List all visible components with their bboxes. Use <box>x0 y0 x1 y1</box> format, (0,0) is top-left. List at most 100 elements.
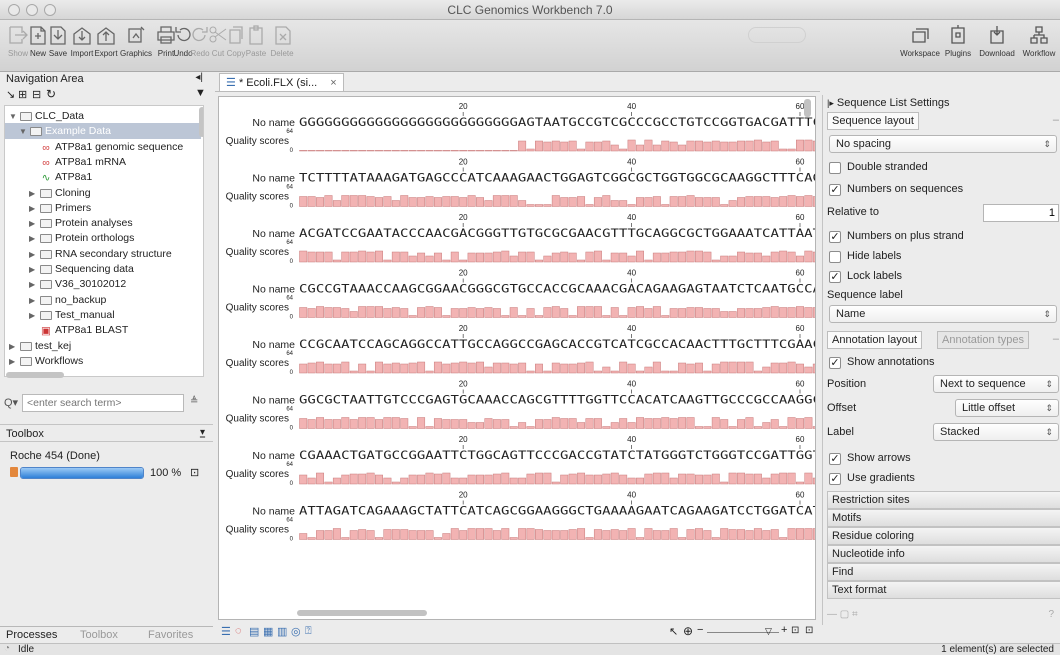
show-annotations-checkbox[interactable]: ✓ <box>829 357 841 369</box>
disclosure-closed-icon[interactable]: ▶ <box>29 262 39 277</box>
tree-item[interactable]: ▶ Sequencing data <box>5 261 201 277</box>
tree-item[interactable]: ∿ ATP8a1 <box>5 169 201 185</box>
disclosure-closed-icon[interactable]: ▶ <box>29 308 39 323</box>
plugins-button[interactable]: Plugins <box>939 22 977 58</box>
offset-select[interactable]: Little offset ⇕ <box>955 399 1059 417</box>
toolbox-header[interactable]: Toolbox ▾̲ <box>0 424 213 442</box>
tree-item[interactable]: ∞ ATP8a1 mRNA <box>5 154 201 170</box>
tree-item[interactable]: ▶ Test_manual <box>5 307 201 323</box>
workflow-button[interactable]: Workflow <box>1018 22 1060 58</box>
use-gradients-checkbox[interactable]: ✓ <box>829 473 841 485</box>
search-input[interactable] <box>22 394 184 412</box>
numbers-on-sequences-checkbox[interactable]: ✓ <box>829 184 841 196</box>
section-text-format[interactable]: Text format <box>827 581 1060 599</box>
zoom-100-icon[interactable]: ⊡ <box>805 625 813 636</box>
collapse-dash-icon[interactable]: – <box>1053 333 1059 345</box>
nav-horizontal-scrollbar[interactable] <box>6 372 64 378</box>
spacing-select[interactable]: No spacing ⇕ <box>829 135 1057 153</box>
disclosure-closed-icon[interactable]: ▶ <box>29 293 39 308</box>
tree-item[interactable]: ▶ Protein orthologs <box>5 230 201 246</box>
nav-vertical-scrollbar[interactable] <box>199 107 203 137</box>
tab-processes[interactable]: Processes <box>6 629 57 641</box>
add-location-icon[interactable]: ⊟ <box>32 88 41 101</box>
disclosure-closed-icon[interactable]: ▶ <box>29 247 39 262</box>
double-stranded-checkbox[interactable] <box>829 162 841 174</box>
section-find[interactable]: Find <box>827 563 1060 581</box>
circular-view-icon[interactable]: ◌ <box>235 625 242 637</box>
tree-item[interactable]: ▶ Primers <box>5 200 201 216</box>
section-nucleotide-info[interactable]: Nucleotide info <box>827 545 1060 563</box>
fit-width-icon[interactable]: ⊡ <box>791 625 799 636</box>
table-view-icon[interactable]: ▦ <box>263 625 273 638</box>
disclosure-open-icon[interactable]: ▼ <box>19 124 29 139</box>
tree-item[interactable]: ▶ Cloning <box>5 185 201 201</box>
section-residue-coloring[interactable]: Residue coloring <box>827 527 1060 545</box>
tree-item[interactable]: ▼ CLC_Data <box>5 108 201 124</box>
sequence-list-view[interactable]: 20 40 60 No name GGGGGGGGGGGGGGGGGGGGGGGGGGA… <box>218 96 816 620</box>
refresh-icon[interactable]: ↻ <box>46 87 56 101</box>
numbers-on-plus-checkbox[interactable]: ✓ <box>829 231 841 243</box>
filter-icon[interactable]: ▼ <box>195 87 206 99</box>
element-info-icon[interactable]: ⍰ <box>305 625 312 638</box>
zoom-slider-thumb[interactable]: ▽ <box>765 626 772 637</box>
section-restriction-sites[interactable]: Restriction sites <box>827 491 1060 509</box>
search-options-icon[interactable]: ≜ <box>190 396 198 407</box>
disclosure-closed-icon[interactable]: ▶ <box>29 231 39 246</box>
relative-to-input[interactable] <box>983 204 1059 222</box>
help-icon[interactable]: ? <box>1048 609 1054 620</box>
sequence-label-select[interactable]: Name ⇕ <box>829 305 1057 323</box>
search-icon[interactable]: Q▾ <box>4 396 18 409</box>
disclosure-closed-icon[interactable]: ▶ <box>29 277 39 292</box>
tree-item[interactable]: ▶ Workflows <box>5 353 201 369</box>
tab-ecoli-flx[interactable]: ☰ * Ecoli.FLX (si... × <box>219 73 344 91</box>
disclosure-closed-icon[interactable]: ▶ <box>29 216 39 231</box>
sequence-canvas[interactable]: 20 40 60 No name GGGGGGGGGGGGGGGGGGGGGGGGGGA… <box>219 97 816 620</box>
pointer-icon[interactable]: ↘ <box>6 88 15 101</box>
editor-horizontal-scrollbar[interactable] <box>297 610 427 616</box>
disclosure-closed-icon[interactable]: ▶ <box>9 339 19 354</box>
workspace-button[interactable]: Workspace <box>898 22 942 58</box>
text-view-icon[interactable]: ▤ <box>249 625 259 638</box>
tree-item[interactable]: ▣ ATP8a1 BLAST <box>5 322 201 338</box>
tree-item[interactable]: ▶ no_backup <box>5 292 201 308</box>
disclosure-closed-icon[interactable]: ▶ <box>29 186 39 201</box>
tree-item[interactable]: ▶ Protein analyses <box>5 215 201 231</box>
tab-sequence-layout[interactable]: Sequence layout <box>827 112 919 130</box>
disclosure-closed-icon[interactable]: ▶ <box>9 354 19 369</box>
tree-item[interactable]: ▶ test_kej <box>5 338 201 354</box>
delete-button[interactable]: Delete <box>262 22 302 58</box>
label-select[interactable]: Stacked ⇕ <box>933 423 1059 441</box>
tree-item[interactable]: ▼ Example Data <box>5 123 201 140</box>
tree-item[interactable]: ▶ RNA secondary structure <box>5 246 201 262</box>
disclosure-closed-icon[interactable]: ▶ <box>29 201 39 216</box>
navigation-tree[interactable]: ▼ CLC_Data ▼ Example Data ∞ ATP8a1 genomic se… <box>4 105 204 377</box>
close-tab-icon[interactable]: × <box>330 77 336 89</box>
tree-item[interactable]: ▶ V36_30102012 <box>5 276 201 292</box>
sequence-view-icon[interactable]: ☰ <box>221 625 231 638</box>
tab-annotation-layout[interactable]: Annotation layout <box>827 331 923 349</box>
zoom-out-icon[interactable]: − <box>697 624 703 636</box>
section-motifs[interactable]: Motifs <box>827 509 1060 527</box>
tab-annotation-types[interactable]: Annotation types <box>937 331 1029 349</box>
annotation-table-icon[interactable]: ▥ <box>277 625 287 638</box>
tree-item[interactable]: ∞ ATP8a1 genomic sequence <box>5 139 201 155</box>
history-icon[interactable]: ◎ <box>291 625 301 638</box>
show-arrows-checkbox[interactable]: ✓ <box>829 453 841 465</box>
selection-mode-icon[interactable]: ↖ <box>669 625 678 638</box>
lock-labels-checkbox[interactable]: ✓ <box>829 271 841 283</box>
tab-toolbox[interactable]: Toolbox <box>80 629 118 641</box>
process-menu-icon[interactable]: ⊡ <box>190 466 199 479</box>
collapse-dash-icon[interactable]: – <box>1053 114 1059 126</box>
toolbox-toggle-icon[interactable]: ▾̲ <box>200 427 205 438</box>
new-folder-icon[interactable]: ⊞ <box>18 88 27 101</box>
panel-bottom-icons[interactable]: — ▢ ⌗ <box>827 609 858 620</box>
hide-labels-checkbox[interactable] <box>829 251 841 263</box>
position-select[interactable]: Next to sequence ⇕ <box>933 375 1059 393</box>
collapse-left-icon[interactable]: ◂| <box>195 72 203 83</box>
editor-vertical-scrollbar[interactable] <box>804 99 811 117</box>
zoom-in-icon[interactable]: ⊕ <box>683 624 693 638</box>
tab-favorites[interactable]: Favorites <box>148 629 193 641</box>
disclosure-open-icon[interactable]: ▼ <box>9 109 19 124</box>
download-button[interactable]: Download <box>975 22 1019 58</box>
zoom-plus-icon[interactable]: + <box>781 624 787 636</box>
